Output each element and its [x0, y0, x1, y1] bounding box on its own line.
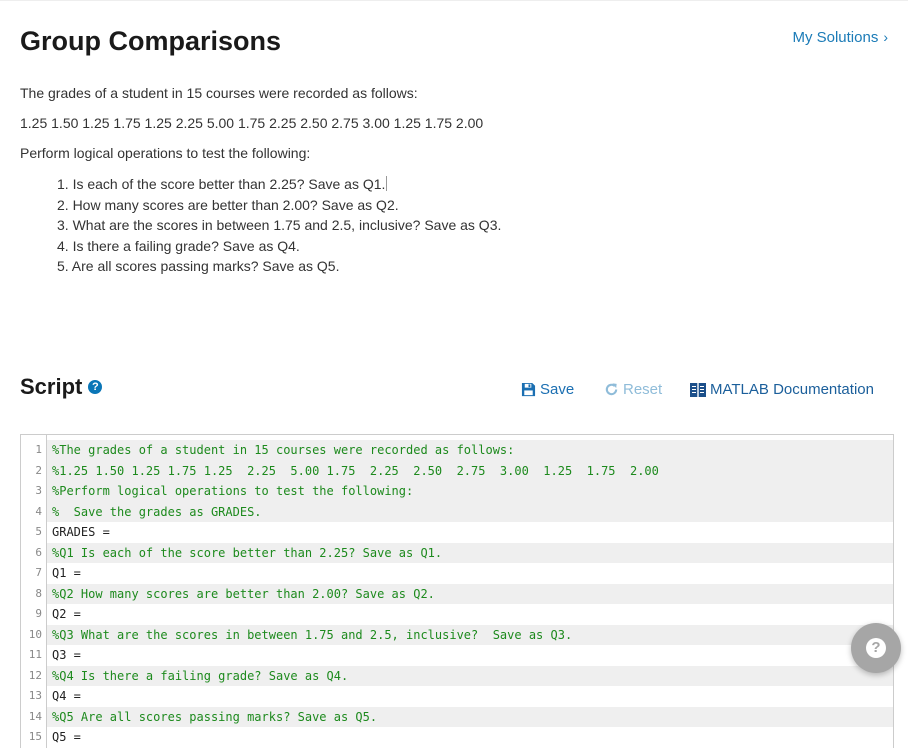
code-lines: 1 %The grades of a student in 15 courses … [21, 440, 893, 748]
line-number: 11 [21, 645, 47, 666]
code-statement[interactable]: Q1 = [47, 563, 893, 584]
line-number: 12 [21, 665, 47, 686]
line-number: 7 [21, 563, 47, 584]
book-icon [690, 382, 706, 397]
line-number: 13 [21, 686, 47, 707]
code-line[interactable]: 10 %Q3 What are the scores in between 1.7… [21, 624, 893, 645]
line-number: 15 [21, 727, 47, 748]
help-icon[interactable]: ? [88, 380, 103, 394]
code-statement[interactable]: Q5 = [47, 727, 893, 748]
save-icon [521, 382, 536, 397]
code-comment[interactable]: %Q5 Are all scores passing marks? Save a… [47, 706, 893, 727]
code-comment[interactable]: %Q4 Is there a failing grade? Save as Q4… [47, 665, 893, 686]
question-item: 5. Are all scores passing marks? Save as… [57, 258, 340, 274]
question-text: 1. Is each of the score better than 2.25… [57, 176, 386, 192]
code-line[interactable]: 15 Q5 = [21, 727, 893, 748]
question-item: 1. Is each of the score better than 2.25… [57, 174, 501, 195]
code-comment[interactable]: %Q3 What are the scores in between 1.75 … [47, 624, 893, 645]
code-line[interactable]: 12 %Q4 Is there a failing grade? Save as … [21, 665, 893, 686]
line-number: 14 [21, 706, 47, 727]
code-line[interactable]: 8 %Q2 How many scores are better than 2.0… [21, 583, 893, 604]
code-comment[interactable]: %Q2 How many scores are better than 2.00… [47, 583, 893, 604]
top-divider [0, 0, 908, 1]
code-line[interactable]: 2 %1.25 1.50 1.25 1.75 1.25 2.25 5.00 1.7… [21, 460, 893, 481]
code-line[interactable]: 1 %The grades of a student in 15 courses … [21, 440, 893, 461]
question-item: 2. How many scores are better than 2.00?… [57, 196, 399, 213]
line-number: 1 [21, 440, 47, 461]
help-fab-button[interactable]: ? [851, 623, 901, 673]
question-icon: ? [866, 638, 886, 658]
line-number: 6 [21, 542, 47, 563]
reset-label: Reset [623, 381, 663, 398]
code-line[interactable]: 3 %Perform logical operations to test the… [21, 481, 893, 502]
code-statement[interactable]: Q4 = [47, 686, 893, 707]
reset-icon [605, 383, 618, 396]
line-number: 8 [21, 583, 47, 604]
line-number: 4 [21, 501, 47, 522]
code-statement[interactable]: Q3 = [47, 645, 893, 666]
page-title: Group Comparisons [20, 26, 282, 56]
problem-intro: The grades of a student in 15 courses we… [20, 85, 418, 101]
save-button[interactable]: Save [521, 381, 574, 398]
code-line[interactable]: 5 GRADES = [21, 522, 893, 543]
code-line[interactable]: 9 Q2 = [21, 604, 893, 625]
code-comment[interactable]: % Save the grades as GRADES. [47, 501, 893, 522]
line-number: 10 [21, 624, 47, 645]
line-number: 2 [21, 460, 47, 481]
my-solutions-label: My Solutions [792, 29, 879, 46]
code-comment[interactable]: %Perform logical operations to test the … [47, 481, 893, 502]
code-line[interactable]: 11 Q3 = [21, 645, 893, 666]
code-line[interactable]: 4% Save the grades as GRADES. [21, 501, 893, 522]
chevron-right-icon: › [883, 29, 888, 45]
code-line[interactable]: 14 %Q5 Are all scores passing marks? Save… [21, 706, 893, 727]
code-comment[interactable]: %1.25 1.50 1.25 1.75 1.25 2.25 5.00 1.75… [47, 460, 893, 481]
question-item: 4. Is there a failing grade? Save as Q4. [57, 237, 300, 254]
matlab-documentation-link[interactable]: MATLAB Documentation [690, 381, 874, 398]
script-title: Script [20, 374, 83, 399]
code-comment[interactable]: %The grades of a student in 15 courses w… [47, 440, 893, 461]
code-line[interactable]: 7 Q1 = [21, 563, 893, 584]
code-comment[interactable]: %Q1 Is each of the score better than 2.2… [47, 542, 893, 563]
problem-instruction: Perform logical operations to test the f… [20, 145, 311, 161]
code-statement[interactable]: GRADES = [47, 522, 893, 543]
text-cursor [386, 176, 388, 191]
doc-label: MATLAB Documentation [710, 381, 874, 398]
code-line[interactable]: 13 Q4 = [21, 686, 893, 707]
line-number: 3 [21, 481, 47, 502]
script-heading: Script ? [20, 374, 103, 400]
my-solutions-link[interactable]: My Solutions › [792, 29, 888, 46]
save-label: Save [540, 381, 575, 398]
reset-button[interactable]: Reset [604, 381, 662, 398]
question-list: 1. Is each of the score better than 2.25… [57, 174, 501, 277]
code-line[interactable]: 6 %Q1 Is each of the score better than 2.… [21, 542, 893, 563]
code-statement[interactable]: Q2 = [47, 604, 893, 625]
line-number: 9 [21, 604, 47, 625]
grades-list: 1.25 1.50 1.25 1.75 1.25 2.25 5.00 1.75 … [20, 115, 484, 131]
question-item: 3. What are the scores in between 1.75 a… [57, 217, 502, 233]
line-number: 5 [21, 522, 47, 543]
code-editor[interactable]: 1 %The grades of a student in 15 courses … [20, 434, 894, 748]
